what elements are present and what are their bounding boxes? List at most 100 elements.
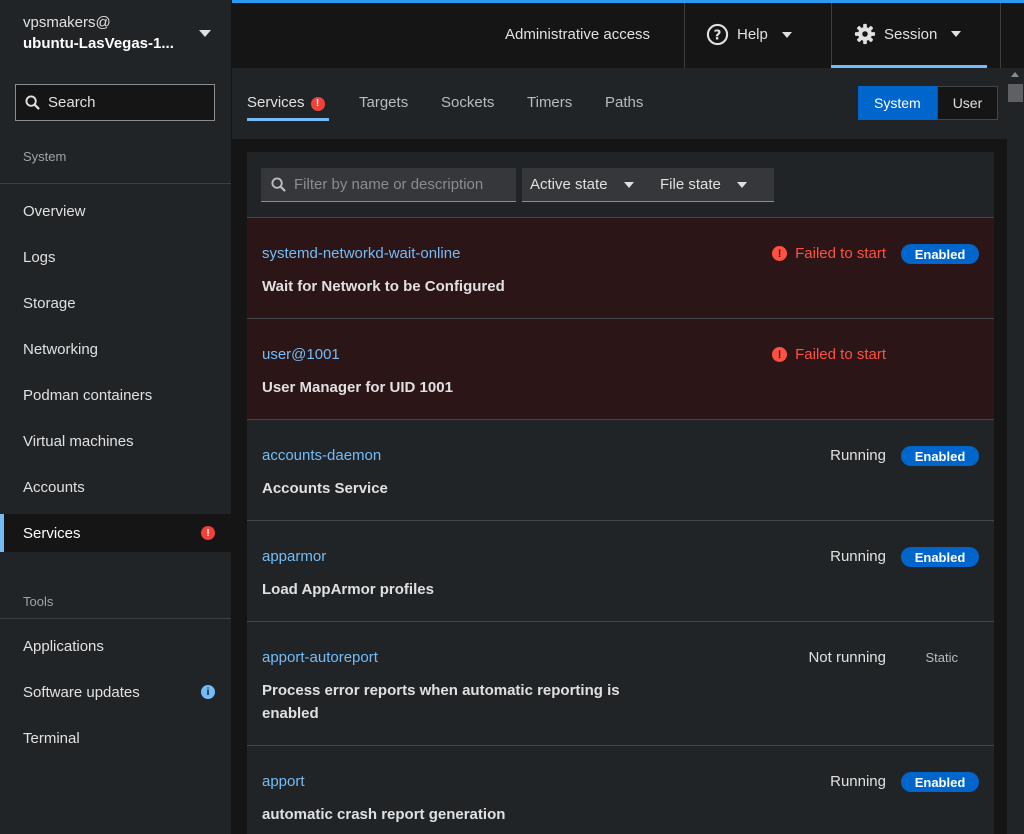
file-state-dropdown[interactable]: File state bbox=[652, 168, 774, 202]
host-switcher[interactable]: vpsmakers@ ubuntu-LasVegas-1... bbox=[0, 0, 231, 70]
sidebar-item-label: Logs bbox=[23, 248, 56, 266]
divider bbox=[684, 3, 685, 68]
active-tab-indicator bbox=[247, 118, 329, 121]
dropdown-label: File state bbox=[660, 176, 721, 193]
service-state: Running bbox=[830, 548, 886, 565]
main-content: Services! Targets Sockets Timers Paths S… bbox=[232, 68, 1007, 834]
file-state-text: Static bbox=[925, 650, 958, 665]
session-menu-button[interactable]: Session bbox=[854, 23, 962, 45]
service-state: Running bbox=[830, 773, 886, 790]
service-state-text: Failed to start bbox=[795, 245, 886, 262]
help-label: Help bbox=[737, 26, 768, 43]
service-unit-link[interactable]: accounts-daemon bbox=[262, 447, 381, 464]
tab-services[interactable]: Services! bbox=[247, 94, 325, 111]
error-icon: ! bbox=[772, 347, 788, 362]
divider bbox=[0, 183, 231, 184]
service-state: ! Failed to start bbox=[772, 346, 886, 363]
services-card: Filter by name or description Active sta… bbox=[247, 152, 994, 834]
service-row[interactable]: apport automatic crash report generation… bbox=[247, 746, 994, 834]
sidebar-item-label: Applications bbox=[23, 637, 104, 655]
page-scrollbar[interactable] bbox=[1007, 68, 1024, 834]
service-state: Not running bbox=[808, 649, 886, 666]
service-unit-link[interactable]: systemd-networkd-wait-online bbox=[262, 245, 460, 262]
scroll-up-icon[interactable] bbox=[1011, 72, 1019, 77]
service-state-text: Running bbox=[830, 447, 886, 464]
sidebar-item-label: Podman containers bbox=[23, 386, 153, 404]
sidebar-search[interactable]: Search bbox=[15, 84, 215, 121]
chevron-down-icon bbox=[781, 31, 792, 38]
divider bbox=[831, 3, 832, 68]
sidebar-item-label: Services bbox=[23, 524, 81, 542]
service-row[interactable]: user@1001 User Manager for UID 1001 ! Fai… bbox=[247, 319, 994, 420]
service-unit-link[interactable]: apparmor bbox=[262, 548, 326, 565]
service-state-text: Not running bbox=[808, 649, 886, 666]
tabs-bar: Services! Targets Sockets Timers Paths S… bbox=[232, 68, 1007, 139]
file-state-badge: Enabled bbox=[901, 772, 979, 792]
chevron-down-icon bbox=[623, 181, 634, 188]
section-system: System bbox=[23, 149, 67, 164]
active-state-dropdown[interactable]: Active state bbox=[522, 168, 652, 202]
sidebar-item-label: Terminal bbox=[23, 729, 80, 747]
service-row[interactable]: apparmor Load AppArmor profiles Running … bbox=[247, 521, 994, 622]
sidebar-item-virtual-machines[interactable]: Virtual machines bbox=[0, 422, 231, 460]
sidebar-item-terminal[interactable]: Terminal bbox=[0, 719, 231, 757]
section-tools: Tools bbox=[23, 594, 54, 609]
tab-sockets[interactable]: Sockets bbox=[441, 94, 494, 111]
sidebar-item-logs[interactable]: Logs bbox=[0, 238, 231, 276]
filter-input[interactable]: Filter by name or description bbox=[261, 168, 516, 202]
administrative-access-button[interactable]: Administrative access bbox=[505, 26, 650, 43]
toggle-system[interactable]: System bbox=[858, 86, 937, 120]
chevron-down-icon bbox=[199, 30, 211, 37]
filter-toolbar: Filter by name or description Active sta… bbox=[247, 152, 994, 218]
search-label: Search bbox=[48, 94, 96, 111]
search-icon bbox=[25, 95, 40, 110]
service-row[interactable]: systemd-networkd-wait-online Wait for Ne… bbox=[247, 218, 994, 319]
sidebar-item-services[interactable]: Services ! bbox=[0, 514, 231, 552]
file-state-badge: Enabled bbox=[901, 446, 979, 466]
info-icon: i bbox=[201, 685, 215, 699]
services-list: systemd-networkd-wait-online Wait for Ne… bbox=[247, 218, 994, 834]
tab-paths[interactable]: Paths bbox=[605, 94, 643, 111]
service-state: Running bbox=[830, 447, 886, 464]
sidebar-item-label: Accounts bbox=[23, 478, 85, 496]
tab-targets[interactable]: Targets bbox=[359, 94, 408, 111]
chevron-down-icon bbox=[736, 181, 747, 188]
sidebar-item-overview[interactable]: Overview bbox=[0, 192, 231, 230]
sidebar-item-applications[interactable]: Applications bbox=[0, 627, 231, 665]
chevron-down-icon bbox=[951, 31, 962, 37]
session-label: Session bbox=[884, 25, 938, 43]
search-icon bbox=[271, 177, 286, 192]
sidebar-item-label: Virtual machines bbox=[23, 432, 134, 450]
sidebar-item-storage[interactable]: Storage bbox=[0, 284, 231, 322]
help-menu-button[interactable]: ? Help bbox=[706, 23, 792, 46]
sidebar-item-label: Software updates bbox=[23, 683, 140, 701]
tab-timers[interactable]: Timers bbox=[527, 94, 572, 111]
service-state: ! Failed to start bbox=[772, 245, 886, 262]
service-unit-link[interactable]: apport bbox=[262, 773, 305, 790]
sidebar-item-label: Storage bbox=[23, 294, 76, 312]
top-bar: Administrative access ? Help Session bbox=[232, 0, 1024, 68]
service-row[interactable]: accounts-daemon Accounts Service Running… bbox=[247, 420, 994, 521]
toggle-user[interactable]: User bbox=[936, 86, 999, 120]
sidebar-item-software-updates[interactable]: Software updates i bbox=[0, 673, 231, 711]
service-description: User Manager for UID 1001 bbox=[262, 379, 453, 396]
file-state-badge: Enabled bbox=[901, 547, 979, 567]
error-icon: ! bbox=[201, 526, 215, 540]
help-icon: ? bbox=[706, 23, 729, 46]
service-row[interactable]: apport-autoreport Process error reports … bbox=[247, 622, 994, 746]
sidebar-item-podman[interactable]: Podman containers bbox=[0, 376, 231, 414]
host-user: vpsmakers@ bbox=[23, 14, 111, 31]
service-unit-link[interactable]: apport-autoreport bbox=[262, 649, 378, 666]
service-description: Load AppArmor profiles bbox=[262, 581, 434, 598]
sidebar-item-accounts[interactable]: Accounts bbox=[0, 468, 231, 506]
dropdown-label: Active state bbox=[530, 176, 608, 193]
scroll-thumb[interactable] bbox=[1008, 84, 1023, 102]
service-unit-link[interactable]: user@1001 bbox=[262, 346, 340, 363]
error-icon: ! bbox=[310, 97, 325, 111]
sidebar: vpsmakers@ ubuntu-LasVegas-1... Search S… bbox=[0, 0, 232, 834]
sidebar-item-networking[interactable]: Networking bbox=[0, 330, 231, 368]
error-icon: ! bbox=[772, 246, 788, 261]
service-state-text: Failed to start bbox=[795, 346, 886, 363]
svg-text:?: ? bbox=[714, 28, 722, 43]
service-description: automatic crash report generation bbox=[262, 806, 506, 823]
